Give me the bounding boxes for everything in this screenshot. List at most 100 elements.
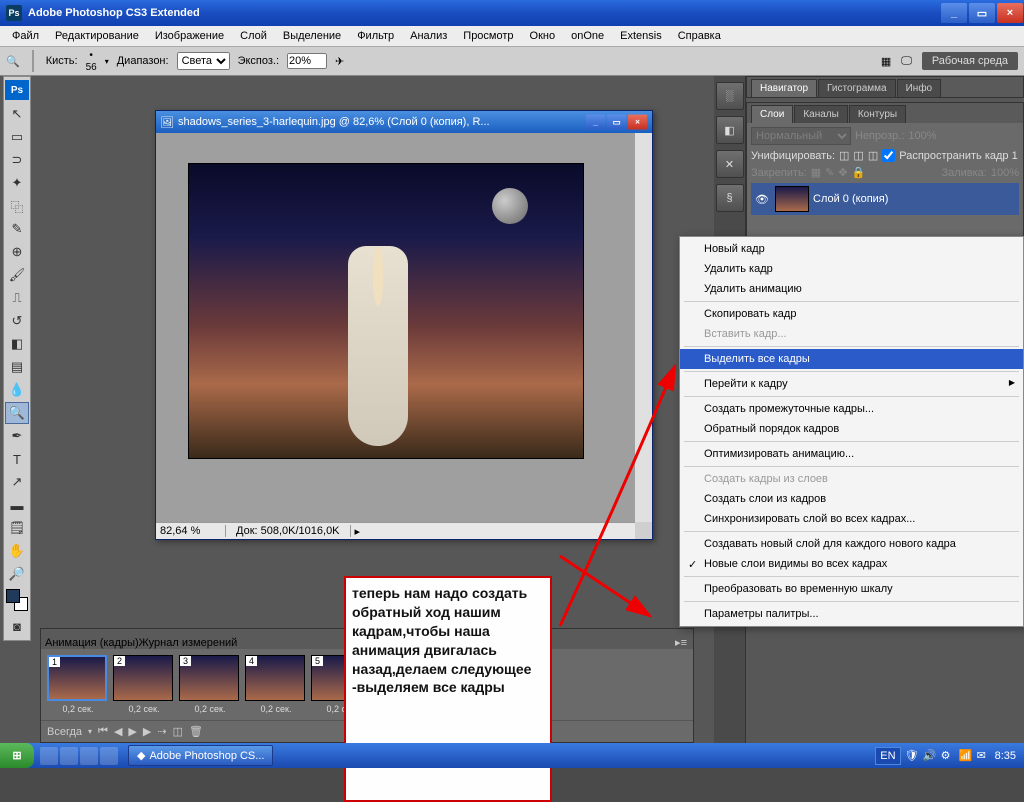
new-frame-icon[interactable]: ◫: [173, 725, 183, 738]
fill-value[interactable]: 100%: [991, 167, 1019, 179]
zoom-level[interactable]: 82,64 %: [156, 525, 226, 537]
layer-thumbnail[interactable]: [775, 186, 809, 212]
menu-image[interactable]: Изображение: [147, 28, 232, 44]
menu-view[interactable]: Просмотр: [455, 28, 521, 44]
tab-measurement[interactable]: Журнал измерений: [139, 637, 238, 649]
next-frame-icon[interactable]: ▶: [143, 725, 151, 738]
healing-tool[interactable]: ⊕: [5, 241, 29, 263]
airbrush-icon[interactable]: ✈: [335, 55, 344, 68]
ribbon-btn-1[interactable]: ░: [716, 82, 744, 110]
minimize-button[interactable]: _: [941, 3, 967, 23]
lock-icon-2[interactable]: ✎: [825, 166, 834, 179]
tab-channels[interactable]: Каналы: [794, 105, 848, 123]
screen-mode-icon[interactable]: 🖵: [901, 55, 912, 68]
menu-layer[interactable]: Слой: [232, 28, 275, 44]
doc-close[interactable]: ×: [628, 115, 648, 130]
menu-item[interactable]: Перейти к кадру: [680, 374, 1023, 394]
taskbar-app-button[interactable]: ◆ Adobe Photoshop CS...: [128, 745, 273, 766]
tab-navigator[interactable]: Навигатор: [751, 79, 817, 97]
blend-mode-select[interactable]: Нормальный: [751, 127, 851, 145]
clock[interactable]: 8:35: [995, 750, 1016, 762]
close-button[interactable]: ×: [997, 3, 1023, 23]
eyedropper-tool[interactable]: ✎: [5, 218, 29, 240]
menu-item[interactable]: Скопировать кадр: [680, 304, 1023, 324]
panel-menu-icon[interactable]: ▸≡: [669, 636, 693, 649]
dodge-tool-icon[interactable]: 🔍: [6, 55, 20, 68]
menu-item[interactable]: Параметры палитры...: [680, 604, 1023, 624]
frame-4[interactable]: 40,2 сек.: [245, 655, 307, 714]
workspace-dropdown[interactable]: Рабочая среда: [922, 52, 1018, 70]
layer-row[interactable]: 👁 Слой 0 (копия): [751, 183, 1019, 215]
zoom-tool[interactable]: 🔎: [5, 563, 29, 585]
language-indicator[interactable]: EN: [875, 747, 900, 765]
ps-logo[interactable]: Ps: [5, 80, 29, 100]
menu-item[interactable]: Оптимизировать анимацию...: [680, 444, 1023, 464]
marquee-tool[interactable]: ▭: [5, 126, 29, 148]
doc-minimize[interactable]: _: [586, 115, 606, 130]
menu-item[interactable]: Обратный порядок кадров: [680, 419, 1023, 439]
hand-tool[interactable]: ✋: [5, 540, 29, 562]
tab-paths[interactable]: Контуры: [849, 105, 906, 123]
document-titlebar[interactable]: 🖼 shadows_series_3-harlequin.jpg @ 82,6%…: [156, 111, 652, 133]
crop-tool[interactable]: ⿻: [5, 195, 29, 217]
tray-icon-4[interactable]: 📶: [959, 749, 973, 763]
menu-item[interactable]: Выделить все кадры: [680, 349, 1023, 369]
palette-icon[interactable]: ▦: [881, 55, 891, 68]
ribbon-btn-3[interactable]: ✕: [716, 150, 744, 178]
frame-3[interactable]: 30,2 сек.: [179, 655, 241, 714]
unify-icon-1[interactable]: ◫: [839, 149, 849, 162]
lock-icon-1[interactable]: ▦: [811, 166, 821, 179]
quicklaunch-1[interactable]: [40, 747, 58, 765]
quicklaunch-2[interactable]: [60, 747, 78, 765]
menu-item[interactable]: Удалить анимацию: [680, 279, 1023, 299]
brush-tool[interactable]: 🖌: [5, 264, 29, 286]
menu-item[interactable]: Создавать новый слой для каждого нового …: [680, 534, 1023, 554]
eraser-tool[interactable]: ◧: [5, 333, 29, 355]
ribbon-btn-2[interactable]: ◧: [716, 116, 744, 144]
scrollbar-vertical[interactable]: [635, 133, 652, 522]
propagate-checkbox[interactable]: [882, 149, 895, 162]
menu-item[interactable]: Создать промежуточные кадры...: [680, 399, 1023, 419]
range-select[interactable]: Света: [177, 52, 230, 70]
gradient-tool[interactable]: ▤: [5, 356, 29, 378]
menu-item[interactable]: Новый кадр: [680, 239, 1023, 259]
menu-select[interactable]: Выделение: [275, 28, 349, 44]
shape-tool[interactable]: ▬: [5, 494, 29, 516]
menu-window[interactable]: Окно: [522, 28, 564, 44]
maximize-button[interactable]: ▭: [969, 3, 995, 23]
menu-file[interactable]: Файл: [4, 28, 47, 44]
tray-icon-3[interactable]: ⚙: [941, 749, 955, 763]
pen-tool[interactable]: ✒: [5, 425, 29, 447]
lock-icon-4[interactable]: 🔒: [852, 166, 866, 179]
lasso-tool[interactable]: ⊃: [5, 149, 29, 171]
play-icon[interactable]: ▶: [128, 725, 136, 738]
start-button[interactable]: ⊞: [0, 743, 34, 768]
frame-2[interactable]: 20,2 сек.: [113, 655, 175, 714]
path-tool[interactable]: ↗: [5, 471, 29, 493]
menu-onone[interactable]: onOne: [563, 28, 612, 44]
type-tool[interactable]: T: [5, 448, 29, 470]
menu-analysis[interactable]: Анализ: [402, 28, 455, 44]
quicklaunch-3[interactable]: [80, 747, 98, 765]
menu-item[interactable]: Синхронизировать слой во всех кадрах...: [680, 509, 1023, 529]
dodge-tool[interactable]: 🔍: [5, 402, 29, 424]
doc-maximize[interactable]: ▭: [607, 115, 627, 130]
layer-name[interactable]: Слой 0 (копия): [813, 193, 888, 205]
blur-tool[interactable]: 💧: [5, 379, 29, 401]
menu-extensis[interactable]: Extensis: [612, 28, 670, 44]
first-frame-icon[interactable]: ⏮: [98, 725, 108, 738]
tab-animation[interactable]: Анимация (кадры): [45, 637, 139, 649]
canvas[interactable]: [156, 133, 635, 522]
move-tool[interactable]: ↖: [5, 103, 29, 125]
tab-histogram[interactable]: Гистограмма: [818, 79, 896, 97]
loop-select[interactable]: Всегда: [47, 726, 82, 738]
tray-icon-1[interactable]: 🛡: [905, 749, 919, 763]
menu-filter[interactable]: Фильтр: [349, 28, 402, 44]
menu-item[interactable]: Создать слои из кадров: [680, 489, 1023, 509]
quicklaunch-4[interactable]: [100, 747, 118, 765]
menu-item[interactable]: Новые слои видимы во всех кадрах: [680, 554, 1023, 574]
menu-item[interactable]: Удалить кадр: [680, 259, 1023, 279]
prev-frame-icon[interactable]: ◀: [114, 725, 122, 738]
unify-icon-2[interactable]: ◫: [853, 149, 863, 162]
visibility-icon[interactable]: 👁: [753, 193, 771, 206]
